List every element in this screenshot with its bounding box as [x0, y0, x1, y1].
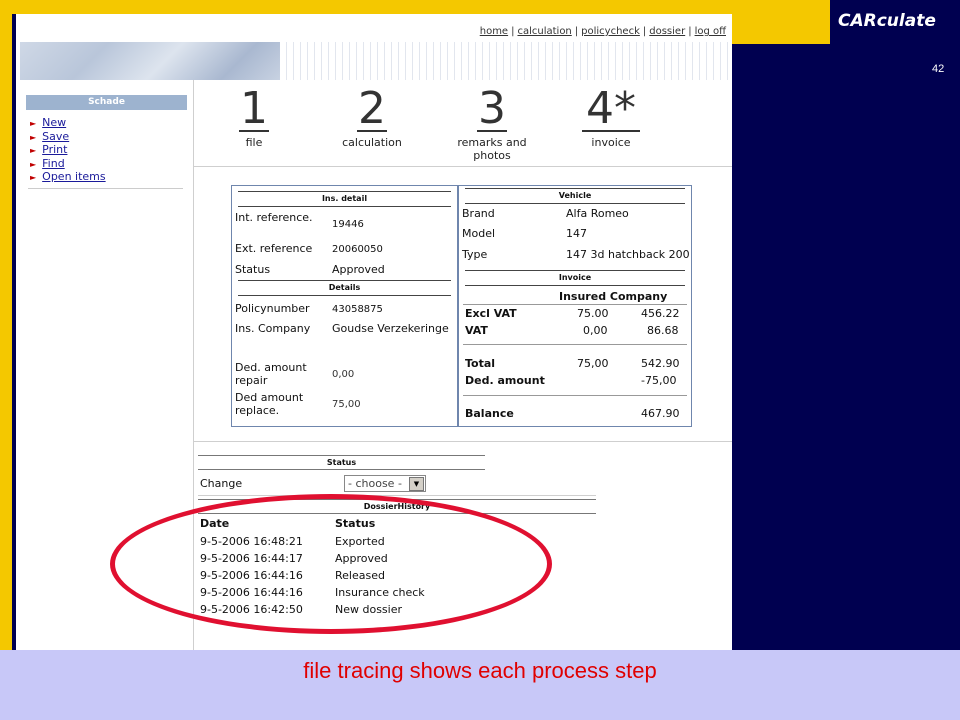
brand-value: Alfa Romeo	[566, 207, 629, 220]
vehicle-header: Vehicle	[465, 188, 685, 204]
sidebar-item-print[interactable]: ► Print	[30, 143, 106, 157]
slide-number: 42	[932, 63, 945, 75]
status-label: Status	[235, 263, 271, 276]
status-bottom-rule	[198, 495, 596, 496]
step-number: 4*	[586, 83, 636, 134]
vehicle-invoice-table: Vehicle Brand Alfa Romeo Model 147 Type …	[458, 185, 692, 427]
select-value: - choose -	[348, 477, 402, 490]
step-label: remarks and photos	[457, 136, 527, 162]
model-label: Model	[462, 227, 496, 240]
invoice-row-insured: 0,00	[583, 324, 608, 337]
step-remarks-photos[interactable]: 3 remarks and photos	[444, 83, 540, 163]
nav-dossier-link[interactable]: dossier	[649, 26, 685, 37]
sidebar-item-open-items[interactable]: ► Open items	[30, 170, 106, 184]
status-change-select[interactable]: - choose - ▼	[344, 475, 426, 492]
sidebar-title: Schade	[26, 95, 187, 110]
arrow-right-icon: ►	[30, 146, 37, 155]
app-banner: home | calculation | policycheck | dossier | log…	[16, 14, 732, 80]
step-invoice[interactable]: 4* invoice	[576, 83, 646, 149]
nav-policycheck-link[interactable]: policycheck	[581, 26, 640, 37]
logo-text: CARculate	[838, 11, 936, 31]
ded-repair-label: Ded. amount repair	[235, 361, 307, 387]
slide-caption: file tracing shows each process step	[303, 658, 657, 683]
type-label: Type	[462, 248, 488, 261]
invoice-row-label: Total	[465, 357, 496, 370]
change-label: Change	[200, 477, 243, 490]
nav-logoff-link[interactable]: log off	[695, 26, 726, 37]
ded-replace-value: 75,00	[332, 399, 361, 410]
invoice-row-label: Excl VAT	[465, 307, 517, 320]
sidebar-link-save[interactable]: Save	[42, 130, 69, 143]
invoice-row-insured: 75.00	[577, 307, 609, 320]
ins-company-value: Goudse Verzekeringe	[332, 322, 449, 335]
ded-replace-label: Ded amount replace.	[235, 391, 304, 417]
sidebar-item-find[interactable]: ► Find	[30, 157, 106, 171]
invoice-total-rule	[463, 344, 687, 345]
nav-calculation-link[interactable]: calculation	[517, 26, 571, 37]
step-number: 2	[358, 83, 386, 134]
invoice-row-label: VAT	[465, 324, 488, 337]
invoice-row-insured: 75,00	[577, 357, 609, 370]
int-reference-label: Int. reference.	[235, 211, 313, 224]
ext-reference-value: 20060050	[332, 244, 383, 255]
invoice-row-label: Ded. amount	[465, 374, 545, 387]
invoice-column-header: Insured Company	[559, 290, 668, 303]
ext-reference-label: Ext. reference	[235, 242, 313, 255]
step-label: file	[245, 136, 263, 149]
balance-label: Balance	[465, 407, 514, 420]
step-label: calculation	[342, 136, 402, 149]
banner-stripes	[280, 42, 732, 80]
step-label: invoice	[591, 136, 631, 149]
chevron-down-icon[interactable]: ▼	[409, 477, 424, 491]
sidebar-item-save[interactable]: ► Save	[30, 130, 106, 144]
policynumber-value: 43058875	[332, 304, 383, 315]
sidebar-link-find[interactable]: Find	[42, 157, 65, 170]
ded-repair-value: 0,00	[332, 369, 355, 380]
invoice-header-rule	[463, 304, 687, 305]
policynumber-label: Policynumber	[235, 302, 310, 315]
sidebar-item-new[interactable]: ► New	[30, 116, 106, 130]
top-nav: home | calculation | policycheck | dossier | log…	[479, 26, 726, 37]
sidebar-link-new[interactable]: New	[42, 116, 66, 129]
insurance-detail-table: Ins. detail Int. reference. 19446 Ext. r…	[231, 185, 458, 427]
step-file[interactable]: 1 file	[232, 83, 276, 149]
steps-divider	[193, 166, 732, 167]
ins-detail-header: Ins. detail	[238, 191, 451, 207]
step-number: 3	[478, 83, 506, 134]
status-header: Status	[198, 455, 485, 470]
detail-divider	[193, 441, 732, 442]
sidebar-link-print[interactable]: Print	[42, 143, 67, 156]
status-value: Approved	[332, 263, 385, 276]
model-value: 147	[566, 227, 587, 240]
invoice-row-company: 456.22	[641, 307, 680, 320]
balance-value: 467.90	[641, 407, 680, 420]
arrow-right-icon: ►	[30, 159, 37, 169]
carculate-logo: CARculate	[830, 0, 960, 44]
invoice-row-company: 542.90	[641, 357, 680, 370]
step-number: 1	[240, 83, 268, 134]
ins-company-label: Ins. Company	[235, 322, 311, 335]
arrow-right-icon: ►	[30, 132, 37, 142]
step-calculation[interactable]: 2 calculation	[332, 83, 412, 150]
invoice-header: Invoice	[465, 270, 685, 286]
int-reference-value: 19446	[332, 219, 364, 230]
type-value: 147 3d hatchback 200	[566, 248, 690, 261]
invoice-row-company: -75,00	[641, 374, 677, 387]
arrow-right-icon: ►	[30, 119, 37, 128]
invoice-balance-rule	[463, 395, 687, 396]
slide-right-bar	[916, 0, 960, 650]
slide-navy-band	[732, 44, 916, 650]
details-header: Details	[238, 280, 451, 296]
sidebar-link-open-items[interactable]: Open items	[42, 170, 105, 183]
highlight-ellipse	[110, 494, 552, 634]
banner-image	[20, 42, 280, 80]
arrow-right-icon: ►	[30, 173, 37, 182]
sidebar-divider	[28, 188, 183, 189]
sidebar-menu: ► New ► Save ► Print ► Find ► Open items	[30, 116, 106, 184]
invoice-row-company: 86.68	[647, 324, 679, 337]
nav-home-link[interactable]: home	[480, 26, 508, 37]
brand-label: Brand	[462, 207, 495, 220]
